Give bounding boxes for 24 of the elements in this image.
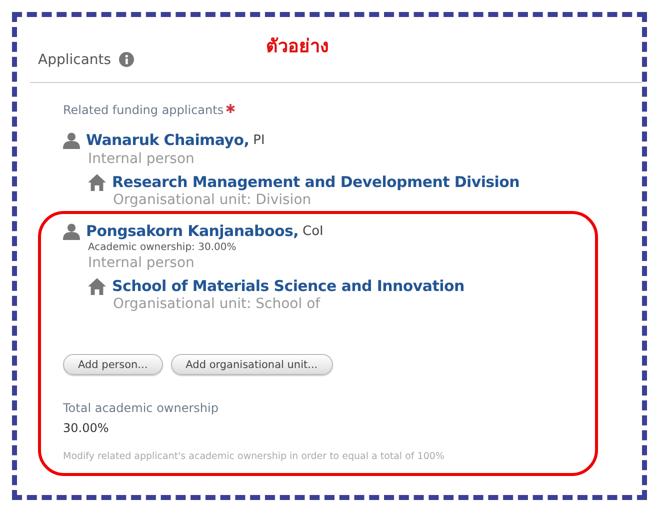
person-type: Internal person [88,151,196,167]
hint-text: Modify related applicant's academic ownership in order to equal a total of 100% [63,451,446,462]
person-icon [63,132,80,148]
total-value: 30.00% [63,421,110,435]
unit-type: Organisational unit: Division [113,192,312,208]
field-label: Related funding applicants [63,103,224,117]
role-label: PI [253,132,265,148]
person-link[interactable]: Pongsakorn Kanjanaboos, [86,222,299,240]
unit-link[interactable]: Research Management and Development Division [112,173,520,191]
person-link[interactable]: Wanaruk Chaimayo, [86,131,250,149]
unit-type: Organisational unit: School of [113,296,322,312]
person-icon [63,222,80,240]
unit-link[interactable]: School of Materials Science and Innovation [112,277,464,295]
add-button[interactable]: Add person... [63,354,163,375]
total-label: Total academic ownership [63,401,220,415]
info-icon[interactable] [119,52,134,67]
role-label: CoI [302,224,324,238]
house-icon [88,278,106,294]
house-icon [88,174,106,190]
ownership-text: Academic ownership: 30.00% [88,242,238,253]
add-button[interactable]: Add organisational unit... [170,354,333,375]
section-title: Applicants [38,52,112,68]
person-type: Internal person [88,255,196,271]
annotation-label: ตัวอย่าง [266,35,330,59]
